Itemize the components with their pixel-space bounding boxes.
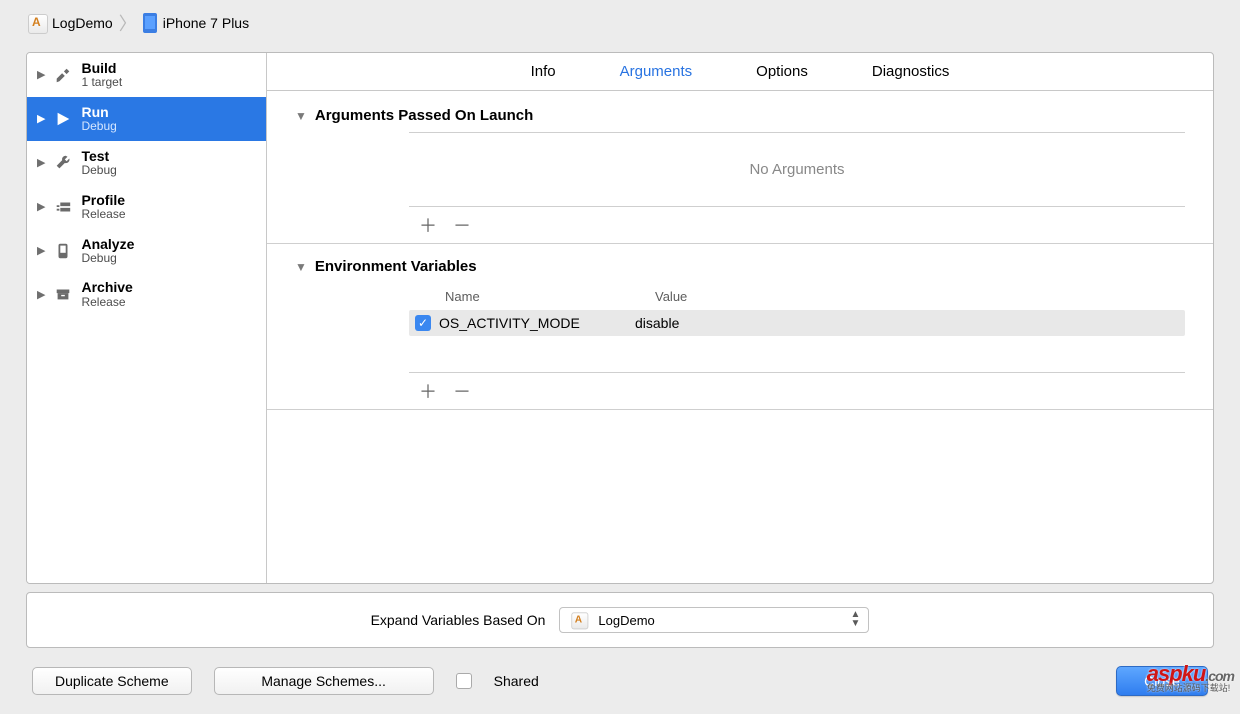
sidebar-item-analyze[interactable]: ▶ Analyze Debug [27, 229, 266, 273]
disclosure-arrow-icon: ▶ [37, 112, 45, 125]
sidebar-item-title: Test [81, 148, 116, 164]
disclosure-triangle-icon: ▼ [295, 109, 307, 123]
disclosure-arrow-icon: ▶ [37, 68, 45, 81]
expand-variables-select[interactable]: LogDemo ▲▼ [559, 607, 869, 633]
env-table-header: Name Value [409, 283, 1185, 310]
disclosure-arrow-icon: ▶ [37, 200, 45, 213]
arguments-empty-text: No Arguments [409, 133, 1185, 206]
expand-variables-value: LogDemo [598, 613, 654, 628]
remove-env-button[interactable]: － [453, 383, 471, 401]
shared-label: Shared [494, 673, 539, 689]
chevron-right-icon: 〉 [119, 10, 137, 36]
env-row-name[interactable]: OS_ACTIVITY_MODE [439, 315, 627, 331]
breadcrumb: LogDemo 〉 iPhone 7 Plus [0, 0, 1240, 46]
disclosure-arrow-icon: ▶ [37, 244, 45, 257]
sidebar-item-title: Analyze [81, 236, 134, 252]
env-row[interactable]: ✓ OS_ACTIVITY_MODE disable [409, 310, 1185, 336]
disclosure-arrow-icon: ▶ [37, 156, 45, 169]
sidebar-item-sub: 1 target [81, 76, 122, 90]
watermark: aspku.com 免费网站源码下载站! [1147, 664, 1234, 692]
sidebar-item-archive[interactable]: ▶ Archive Release [27, 272, 266, 316]
disclosure-arrow-icon: ▶ [37, 288, 45, 301]
expand-variables-label: Expand Variables Based On [371, 612, 546, 628]
tabs: Info Arguments Options Diagnostics [267, 53, 1213, 91]
section-title: Arguments Passed On Launch [315, 107, 533, 124]
breadcrumb-project[interactable]: LogDemo [52, 15, 113, 31]
archive-icon [53, 285, 73, 303]
manage-schemes-button[interactable]: Manage Schemes... [214, 667, 434, 695]
main-panel: Info Arguments Options Diagnostics ▼ Arg… [267, 53, 1213, 583]
breadcrumb-device[interactable]: iPhone 7 Plus [163, 15, 249, 31]
sidebar: ▶ Build 1 target ▶ Run Debug ▶ [27, 53, 267, 583]
sidebar-item-profile[interactable]: ▶ Profile Release [27, 185, 266, 229]
device-icon [143, 13, 157, 33]
sidebar-item-build[interactable]: ▶ Build 1 target [27, 53, 266, 97]
expand-variables-bar: Expand Variables Based On LogDemo ▲▼ [26, 592, 1214, 648]
tab-diagnostics[interactable]: Diagnostics [872, 63, 950, 80]
env-row-value[interactable]: disable [635, 315, 679, 331]
disclosure-triangle-icon: ▼ [295, 260, 307, 274]
sidebar-item-title: Profile [81, 192, 125, 208]
sidebar-item-test[interactable]: ▶ Test Debug [27, 141, 266, 185]
scheme-editor-panel: ▶ Build 1 target ▶ Run Debug ▶ [26, 52, 1214, 584]
column-value: Value [655, 289, 687, 304]
column-name: Name [445, 289, 655, 304]
tab-info[interactable]: Info [531, 63, 556, 80]
gauge-icon [53, 198, 73, 216]
updown-arrows-icon: ▲▼ [851, 610, 861, 628]
sidebar-item-title: Archive [81, 279, 132, 295]
section-title: Environment Variables [315, 258, 477, 275]
duplicate-scheme-button[interactable]: Duplicate Scheme [32, 667, 192, 695]
env-row-checkbox[interactable]: ✓ [415, 315, 431, 331]
tab-arguments[interactable]: Arguments [620, 63, 693, 80]
add-env-button[interactable]: ＋ [419, 383, 437, 401]
sidebar-item-sub: Debug [81, 164, 116, 178]
wrench-icon [53, 154, 73, 172]
section-env-header[interactable]: ▼ Environment Variables [295, 258, 1185, 275]
remove-argument-button[interactable]: － [453, 217, 471, 235]
flask-icon [53, 242, 73, 260]
xcode-icon [572, 612, 587, 627]
sidebar-item-sub: Release [81, 208, 125, 222]
sidebar-item-title: Run [81, 104, 116, 120]
xcode-icon [28, 14, 46, 32]
sidebar-item-title: Build [81, 60, 122, 76]
shared-checkbox[interactable] [456, 673, 472, 689]
section-arguments-header[interactable]: ▼ Arguments Passed On Launch [295, 107, 1185, 124]
content-area: ▼ Arguments Passed On Launch No Argument… [267, 91, 1213, 583]
sidebar-item-sub: Release [81, 296, 132, 310]
add-argument-button[interactable]: ＋ [419, 217, 437, 235]
sidebar-item-run[interactable]: ▶ Run Debug [27, 97, 266, 141]
divider [267, 409, 1213, 410]
sidebar-item-sub: Debug [81, 120, 116, 134]
play-icon [53, 110, 73, 128]
tab-options[interactable]: Options [756, 63, 808, 80]
bottom-button-row: Duplicate Scheme Manage Schemes... Share… [0, 648, 1240, 714]
sidebar-item-sub: Debug [81, 252, 134, 266]
hammer-icon [53, 66, 73, 84]
